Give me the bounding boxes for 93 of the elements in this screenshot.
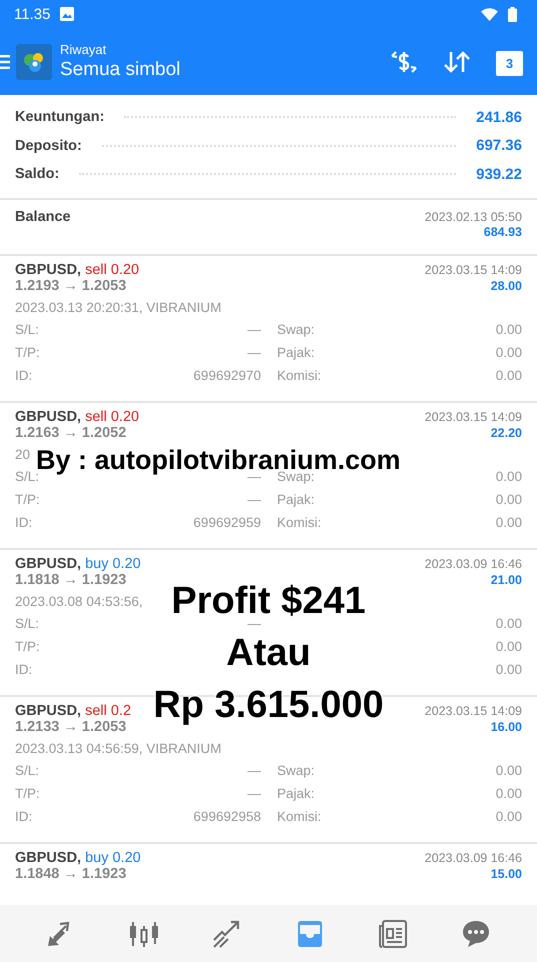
detail-label: T/P:: [15, 786, 40, 800]
news-tab[interactable]: [378, 920, 408, 948]
deal-time: 2023.03.09 16:46: [424, 850, 522, 864]
detail-value: 0.00: [496, 468, 522, 484]
price-range: 1.2133 → 1.2053: [15, 718, 126, 734]
deal-time: 2023.03.15 14:09: [424, 704, 522, 718]
trade-profit: 21.00: [490, 572, 522, 586]
detail-value: 0.00: [496, 322, 522, 336]
detail-label: S/L:: [15, 616, 40, 630]
detail-value: 699692959: [193, 514, 261, 530]
detail-value: 0.00: [496, 662, 522, 676]
detail-label: Swap:: [277, 322, 315, 336]
detail-label: ID:: [15, 368, 32, 382]
price-range: 1.1848 → 1.1923: [15, 866, 126, 882]
summary-value: 697.36: [476, 137, 522, 154]
calendar-button[interactable]: 3: [496, 51, 523, 76]
detail-label: Komisi:: [277, 368, 322, 382]
detail-value: 0.00: [496, 762, 522, 778]
detail-value: 699692970: [193, 368, 261, 382]
deal-time: 2023.02.13 05:50: [424, 210, 522, 224]
app-logo-icon: [16, 44, 52, 80]
symbol-label: GBPUSD,: [15, 556, 82, 572]
trade-profit: 22.20: [490, 426, 522, 440]
trade-side: sell 0.20: [85, 408, 140, 424]
detail-value: —: [248, 492, 261, 506]
detail-label: Pajak:: [277, 492, 315, 506]
price-range: 1.1818 → 1.1923: [15, 572, 126, 588]
detail-label: ID:: [15, 514, 32, 530]
toolbar-title[interactable]: Semua simbol: [60, 59, 180, 81]
open-info: 2023.03.13 20:20:31, VIBRANIUM: [15, 300, 222, 316]
status-time: 11.35: [14, 6, 50, 22]
detail-label: T/P:: [15, 344, 40, 360]
detail-label: S/L:: [15, 762, 40, 778]
detail-label: T/P:: [15, 638, 40, 654]
detail-value: 0.00: [496, 808, 522, 824]
open-info: 2023.03.13 04:56:59, VIBRANIUM: [15, 740, 222, 758]
symbol-label: GBPUSD,: [15, 262, 82, 278]
detail-label: Pajak:: [277, 344, 315, 360]
detail-label: ID:: [15, 662, 32, 676]
toolbar-subtitle: Riwayat: [60, 42, 108, 57]
detail-value: 0.00: [496, 616, 522, 630]
profit-caption: Atau: [226, 634, 311, 672]
detail-value: —: [248, 786, 261, 800]
chart-tab[interactable]: [129, 920, 160, 948]
symbol-label: GBPUSD,: [15, 702, 82, 718]
deal-time: 2023.03.09 16:46: [424, 556, 522, 570]
trade-side: buy 0.20: [85, 850, 141, 866]
summary-label: Saldo:: [15, 166, 60, 182]
trade-side: sell 0.20: [85, 262, 140, 278]
deal-time: 2023.03.15 14:09: [424, 262, 522, 276]
sort-icon[interactable]: [444, 50, 470, 74]
profit-caption: Rp 3.615.000: [153, 686, 384, 724]
summary-label: Deposito:: [15, 138, 82, 154]
detail-label: Swap:: [277, 762, 315, 778]
detail-value: 0.00: [496, 344, 522, 360]
summary-label: Keuntungan:: [15, 109, 104, 126]
detail-value: —: [248, 344, 261, 360]
image-icon: [60, 7, 74, 21]
detail-label: Komisi:: [277, 514, 322, 530]
price-range: 1.2163 → 1.2052: [15, 424, 126, 440]
detail-label: T/P:: [15, 492, 40, 506]
trade-side: buy 0.20: [85, 556, 141, 572]
balance-amount: 684.93: [484, 224, 522, 238]
detail-value: 0.00: [496, 638, 522, 654]
currency-exchange-icon[interactable]: [390, 48, 418, 74]
open-info: 2023.03.08 04:53:56,: [15, 594, 143, 610]
summary-value: 241.86: [476, 108, 522, 126]
trade-profit: 28.00: [490, 278, 522, 292]
trade-profit: 15.00: [490, 866, 522, 880]
chat-tab[interactable]: [460, 920, 491, 948]
balance-label: Balance: [15, 208, 71, 224]
detail-label: Komisi:: [277, 808, 322, 824]
deal-time: 2023.03.15 14:09: [424, 410, 522, 424]
price-range: 1.2193 → 1.2053: [15, 278, 126, 294]
detail-value: 0.00: [496, 786, 522, 800]
battery-icon: [508, 6, 517, 22]
detail-value: 699692958: [193, 808, 261, 824]
open-info: 20: [15, 446, 30, 464]
menu-icon[interactable]: [0, 54, 10, 68]
detail-value: —: [248, 322, 261, 336]
wifi-icon: [481, 8, 498, 20]
symbol-label: GBPUSD,: [15, 850, 82, 866]
detail-label: ID:: [15, 808, 32, 824]
detail-value: —: [248, 762, 261, 778]
summary-value: 939.22: [476, 166, 522, 183]
detail-value: 0.00: [496, 514, 522, 530]
detail-label: S/L:: [15, 322, 40, 336]
trade-side: sell 0.2: [85, 702, 132, 718]
trade-profit: 16.00: [490, 720, 522, 734]
detail-value: 0.00: [496, 492, 522, 506]
detail-value: 0.00: [496, 368, 522, 382]
detail-label: Pajak:: [277, 786, 315, 800]
symbol-label: GBPUSD,: [15, 408, 82, 424]
